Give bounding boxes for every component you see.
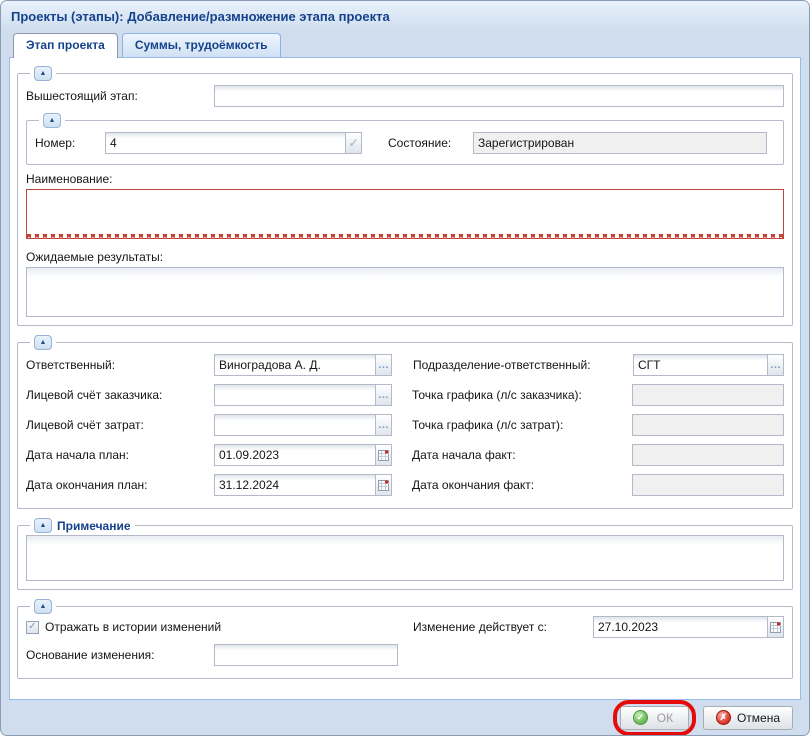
cost-schedule-point-label: Точка графика (л/с затрат): (412, 418, 632, 432)
reason-row: Основание изменения: (26, 640, 784, 670)
end-date-row: Дата окончания план: Дата окончания факт… (26, 470, 784, 500)
parent-stage-label: Вышестоящий этап: (26, 89, 214, 103)
history-checkbox-label: Отражать в истории изменений (45, 620, 221, 634)
department-label: Подразделение-ответственный: (413, 358, 633, 372)
start-fact-input (632, 444, 784, 466)
collapse-icon: ▲ (40, 70, 47, 77)
end-fact-label: Дата окончания факт: (412, 478, 632, 492)
start-plan-input[interactable] (214, 444, 376, 466)
responsible-input[interactable] (214, 354, 376, 376)
ok-check-icon: ✓ (633, 710, 648, 725)
collapse-icon: ▲ (49, 117, 56, 124)
customer-schedule-point-input (632, 384, 784, 406)
customer-account-row: Лицевой счёт заказчика: … Точка графика … (26, 380, 784, 410)
collapse-toggle-note[interactable]: ▲ (34, 518, 52, 533)
customer-account-label: Лицевой счёт заказчика: (26, 388, 214, 402)
number-state-row: Номер: ✓ Состояние: (35, 128, 775, 158)
cost-account-row: Лицевой счёт затрат: … Точка графика (л/… (26, 410, 784, 440)
number-default-trigger[interactable]: ✓ (345, 132, 362, 154)
calendar-icon (378, 449, 389, 461)
responsible-label: Ответственный: (26, 358, 214, 372)
cost-schedule-point-input (632, 414, 784, 436)
ok-button[interactable]: ✓ ОК (620, 706, 689, 730)
effective-from-label: Изменение действует с: (413, 620, 593, 634)
annotation-highlight: ✓ ОК (613, 700, 696, 736)
collapse-toggle-stage-info[interactable]: ▲ (34, 66, 52, 81)
cancel-cross-icon: ✗ (716, 710, 731, 725)
check-icon: ✓ (348, 137, 358, 149)
effective-from-date-trigger[interactable] (767, 616, 784, 638)
parent-stage-row: Вышестоящий этап: (26, 81, 784, 111)
tab-stage-label: Этап проекта (26, 38, 105, 52)
end-plan-input[interactable] (214, 474, 376, 496)
dialog-window: Проекты (этапы): Добавление/размножение … (0, 0, 810, 736)
cancel-button[interactable]: ✗ Отмена (703, 706, 793, 730)
effective-from-input[interactable] (593, 616, 768, 638)
tab-strip: Этап проекта Суммы, трудоёмкость (1, 31, 809, 57)
name-textarea[interactable] (26, 189, 784, 239)
cost-account-label: Лицевой счёт затрат: (26, 418, 214, 432)
name-label: Наименование: (26, 172, 784, 186)
note-legend-title: Примечание (57, 519, 131, 533)
fieldset-number-state: ▲ Номер: ✓ Состояние: (26, 113, 784, 165)
department-input[interactable] (633, 354, 768, 376)
collapse-toggle-number-state[interactable]: ▲ (43, 113, 61, 128)
start-fact-label: Дата начала факт: (412, 448, 632, 462)
responsible-lookup-button[interactable]: … (375, 354, 392, 376)
note-textarea[interactable] (26, 535, 784, 581)
tab-sums[interactable]: Суммы, трудоёмкость (122, 33, 281, 57)
history-checkbox[interactable]: ✓ (26, 621, 39, 634)
collapse-icon: ▲ (40, 603, 47, 610)
start-plan-label: Дата начала план: (26, 448, 214, 462)
end-plan-label: Дата окончания план: (26, 478, 214, 492)
expected-results-textarea[interactable] (26, 267, 784, 317)
customer-account-input[interactable] (214, 384, 376, 406)
parent-stage-input[interactable] (214, 85, 784, 107)
number-label: Номер: (35, 136, 105, 150)
calendar-icon (378, 479, 389, 491)
history-row: ✓ Отражать в истории изменений Изменение… (26, 614, 784, 640)
ok-button-label: ОК (654, 711, 676, 725)
collapse-toggle-details[interactable]: ▲ (34, 335, 52, 350)
cancel-button-label: Отмена (737, 711, 780, 725)
department-lookup-button[interactable]: … (767, 354, 784, 376)
ellipsis-icon: … (770, 360, 781, 371)
ellipsis-icon: … (378, 420, 389, 431)
tab-sums-label: Суммы, трудоёмкость (135, 38, 268, 52)
fieldset-change-history: ▲ ✓ Отражать в истории изменений Изменен… (17, 599, 793, 679)
number-input[interactable] (105, 132, 346, 154)
reason-input[interactable] (214, 644, 398, 666)
cost-account-input[interactable] (214, 414, 376, 436)
start-plan-date-trigger[interactable] (375, 444, 392, 466)
customer-schedule-point-label: Точка графика (л/с заказчика): (412, 388, 632, 402)
collapse-toggle-change-history[interactable]: ▲ (34, 599, 52, 614)
checkbox-check-icon: ✓ (28, 622, 36, 632)
collapse-icon: ▲ (40, 522, 47, 529)
ellipsis-icon: … (378, 390, 389, 401)
state-label: Состояние: (388, 136, 473, 150)
expected-results-label: Ожидаемые результаты: (26, 250, 784, 264)
reason-label: Основание изменения: (26, 648, 214, 662)
fieldset-note: ▲ Примечание (17, 518, 793, 590)
ellipsis-icon: … (378, 360, 389, 371)
cost-account-lookup-button[interactable]: … (375, 414, 392, 436)
window-title: Проекты (этапы): Добавление/размножение … (1, 1, 809, 31)
end-plan-date-trigger[interactable] (375, 474, 392, 496)
end-fact-input (632, 474, 784, 496)
tab-stage[interactable]: Этап проекта (13, 33, 118, 58)
calendar-icon (770, 621, 781, 633)
responsible-row: Ответственный: … Подразделение-ответстве… (26, 350, 784, 380)
footer-toolbar: ✓ ОК ✗ Отмена (1, 700, 809, 735)
tab-panel-body: ▲ Вышестоящий этап: ▲ Номер: ✓ Состояние… (9, 57, 801, 700)
collapse-icon: ▲ (40, 339, 47, 346)
fieldset-details: ▲ Ответственный: … Подразделение-ответст… (17, 335, 793, 509)
state-input (473, 132, 767, 154)
fieldset-stage-info: ▲ Вышестоящий этап: ▲ Номер: ✓ Состояние… (17, 66, 793, 326)
start-date-row: Дата начала план: Дата начала факт: (26, 440, 784, 470)
customer-account-lookup-button[interactable]: … (375, 384, 392, 406)
